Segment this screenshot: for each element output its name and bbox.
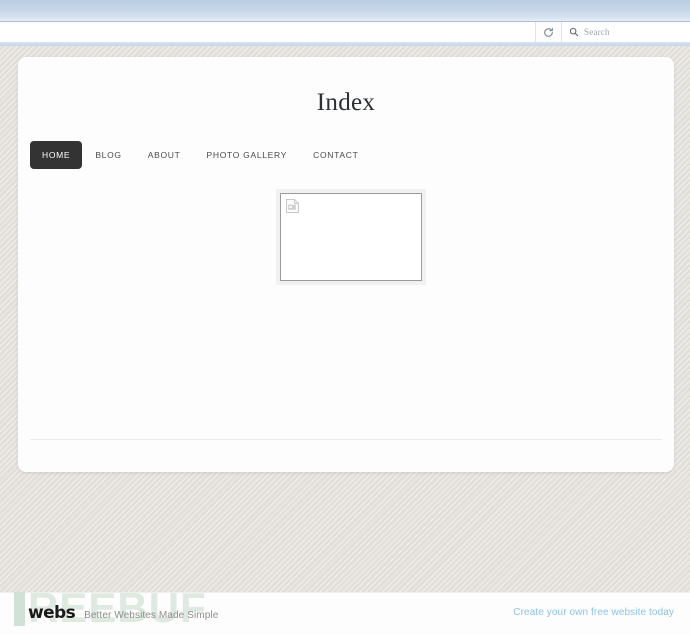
content-card: Index HOME BLOG ABOUT PHOTO GALLERY CONT…	[18, 57, 674, 472]
page-viewport: Index HOME BLOG ABOUT PHOTO GALLERY CONT…	[0, 46, 690, 592]
reload-icon[interactable]	[536, 22, 562, 42]
browser-toolbar: Search	[0, 22, 690, 42]
browser-titlebar	[0, 0, 690, 22]
footer-brand: webs Better Websites Made Simple	[28, 605, 218, 622]
content-divider	[30, 439, 662, 440]
nav-item-home[interactable]: HOME	[30, 141, 83, 169]
nav-item-photo-gallery[interactable]: PHOTO GALLERY	[194, 141, 301, 169]
nav-item-about[interactable]: ABOUT	[135, 141, 194, 169]
browser-search-box[interactable]: Search	[562, 22, 690, 42]
search-input[interactable]: Search	[584, 27, 610, 37]
main-nav: HOME BLOG ABOUT PHOTO GALLERY CONTACT	[30, 141, 371, 169]
image-frame	[280, 193, 422, 281]
broken-image-icon	[286, 199, 299, 213]
browser-chrome: Search	[0, 0, 690, 46]
page-title: Index	[316, 89, 376, 116]
watermark-bar	[14, 592, 25, 626]
broken-image-placeholder[interactable]	[276, 189, 426, 285]
footer-tagline: Better Websites Made Simple	[84, 610, 219, 621]
address-bar-input[interactable]	[0, 22, 536, 42]
site-footer: REEBUF webs Better Websites Made Simple …	[0, 587, 690, 635]
create-website-link[interactable]: Create your own free website today	[513, 607, 674, 618]
search-icon	[569, 27, 579, 37]
webs-logo[interactable]: webs	[28, 605, 76, 622]
nav-item-blog[interactable]: BLOG	[82, 141, 134, 169]
nav-item-contact[interactable]: CONTACT	[300, 141, 371, 169]
